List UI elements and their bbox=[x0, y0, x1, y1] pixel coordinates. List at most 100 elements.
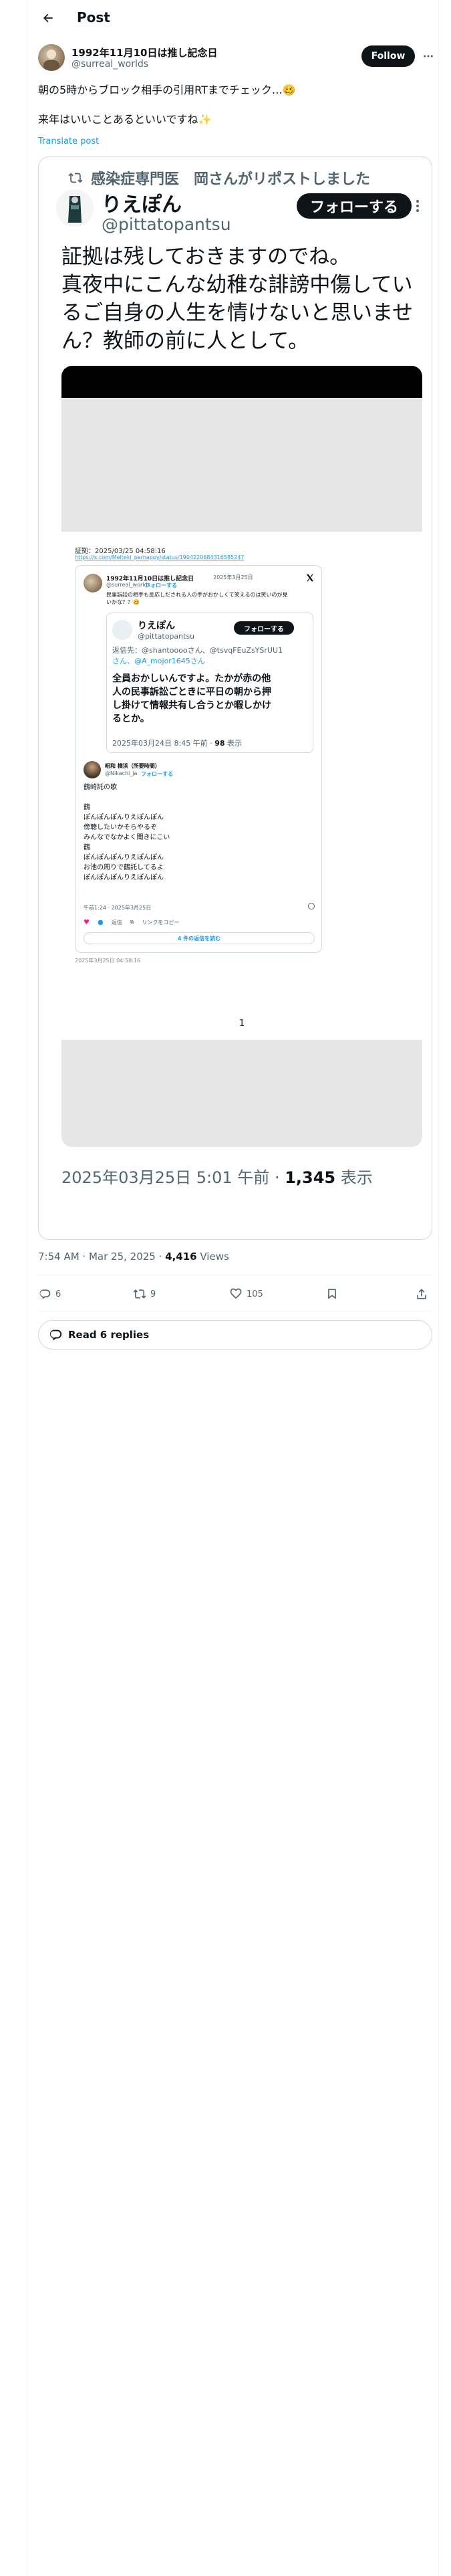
repost-indicator: 感染症専門医 岡さんがリポストしました bbox=[68, 169, 371, 188]
inner-more-icon bbox=[413, 196, 422, 216]
inner-media: 証拠：2025/03/25 04:58:16 https://x.com/Mei… bbox=[61, 366, 422, 1147]
post-text: 朝の5時からブロック相手の引用RTまでチェック…🥴 来年はいいことあるといいです… bbox=[38, 83, 426, 127]
card-quote-name: りえぽん bbox=[138, 621, 175, 631]
inner-text-line: 真夜中にこんな幼稚な誹謗中傷してい bbox=[61, 273, 413, 297]
evidence-label: 証拠：2025/03/25 04:58:16 bbox=[75, 548, 166, 555]
inner-author-name: りえぽん bbox=[102, 193, 182, 217]
card-quote-body: 全員おかしいんですよ。たかが赤の他 人の民事訴訟ごときに平日の朝から押 し掛けて… bbox=[112, 672, 313, 726]
inner-avatar bbox=[56, 189, 94, 227]
post-author: 1992年11月10日は推し記念日 @surreal_worlds Follow bbox=[38, 44, 433, 74]
column-border-right bbox=[438, 0, 439, 2576]
card-reply-line: 鶴 bbox=[84, 844, 90, 851]
card-reply-line: みんなでなかよく聞きにこい bbox=[84, 834, 170, 841]
card-text: 民事訴訟の相手も反応しだされる人の手がおかしくて笑えるのは笑いのが見 いかな？？… bbox=[106, 591, 313, 606]
back-button[interactable] bbox=[38, 8, 58, 28]
inner-post-text: 証拠は残しておきますのでね。 真夜中にこんな幼稚な誹謗中傷してい るご自身の人生… bbox=[61, 243, 420, 355]
card-quote-reply-line: 返信先：@shantooooさん、@tsvqFEuZsYSrUU1 bbox=[112, 646, 283, 655]
back-arrow-icon bbox=[43, 13, 53, 23]
post-text-line bbox=[38, 98, 426, 112]
bookmark-button[interactable] bbox=[325, 1285, 343, 1303]
post-views-count: 4,416 bbox=[165, 1251, 197, 1263]
author-name[interactable]: 1992年11月10日は推し記念日 bbox=[71, 45, 218, 60]
media-gray-area bbox=[61, 398, 422, 532]
card-quote-views-label: 表示 bbox=[227, 739, 242, 748]
card-follow-link: フォローする bbox=[145, 582, 177, 588]
inner-post-meta: 2025年03月25日 5:01 午前 · 1,345 表示 bbox=[61, 1168, 373, 1187]
inner-text-line: ん？教師の前に人として。 bbox=[61, 329, 309, 353]
inner-text-line: 証拠は残しておきますのでね。 bbox=[61, 245, 351, 269]
card-date: 2025年3月25日 bbox=[213, 574, 253, 580]
card-quote-reply-line: さん、@A_mojor1645さん bbox=[112, 657, 205, 665]
card-reply-line: ぽんぽんぽんりえぽんぽん bbox=[84, 854, 164, 861]
media-black-bar bbox=[61, 366, 422, 398]
card-quote-body-line: るとか。 bbox=[112, 714, 150, 724]
card-quote-reply-to: 返信先：@shantooooさん、@tsvqFEuZsYSrUU1 さん、@A_… bbox=[112, 645, 283, 667]
card-reply-more: 4 件の返信を読む bbox=[84, 932, 315, 944]
reply-button[interactable]: 6 bbox=[38, 1285, 61, 1303]
inner-text-line: るご自身の人生を情けないと思いませ bbox=[61, 301, 414, 325]
heart-icon bbox=[230, 1288, 242, 1299]
card-reply-name: 昭和 横浜（所要時間） bbox=[105, 763, 160, 769]
reply-icon: ● bbox=[97, 918, 104, 926]
card-quote-body-line: し掛けて情報共有し合うとか暇しかけ bbox=[112, 700, 271, 711]
card-reply-handle: @Nikachi_ja bbox=[105, 770, 138, 776]
card-reply-line: お池の周りで鶴託してるよ bbox=[84, 864, 164, 871]
like-count: 105 bbox=[247, 1289, 263, 1299]
translate-post-link[interactable]: Translate post bbox=[38, 136, 99, 146]
post-meta: 7:54 AM · Mar 25, 2025 · 4,416 Views bbox=[38, 1251, 229, 1263]
card-reply-follow: フォローする bbox=[141, 771, 173, 777]
x-logo-icon bbox=[305, 572, 315, 585]
card-reply-reply-label: 返信 bbox=[111, 919, 122, 926]
like-button[interactable]: 105 bbox=[229, 1285, 263, 1303]
card-reply-line: ぽんぽんぽんりえぽんぽん bbox=[84, 874, 164, 881]
card-quote-body-line: 人の民事訴訟ごときに平日の朝から押 bbox=[112, 687, 271, 697]
card-quote-views-num: 98 bbox=[214, 739, 225, 748]
screenshot-content: 感染症専門医 岡さんがリポストしました りえぽん @pittatopantsu … bbox=[48, 157, 422, 1239]
attached-image[interactable]: 感染症専門医 岡さんがリポストしました りえぽん @pittatopantsu … bbox=[38, 156, 432, 1240]
heart-icon: ♥ bbox=[84, 918, 90, 926]
card-reply-line: ぽんぽんぽんりえぽんぽん bbox=[84, 814, 164, 821]
card-quoted-post: りえぽん @pittatopantsu フォローする 返信先：@shantooo… bbox=[106, 613, 313, 753]
card-reply-line: 鶴崎託の歌 bbox=[84, 784, 117, 791]
share-icon bbox=[417, 1289, 426, 1299]
read-replies-button[interactable]: Read 6 replies bbox=[38, 1320, 432, 1350]
inner-post-views-num: 1,345 bbox=[285, 1168, 336, 1187]
author-handle[interactable]: @surreal_worlds bbox=[71, 59, 148, 70]
inner-follow-button: フォローする bbox=[297, 193, 412, 219]
repost-icon bbox=[133, 1289, 146, 1299]
inner-author-handle: @pittatopantsu bbox=[102, 215, 231, 234]
repost-button[interactable]: 9 bbox=[133, 1285, 156, 1303]
post-text-line: 来年はいいことあるといいですね✨ bbox=[38, 113, 212, 126]
card-reply-avatar bbox=[84, 761, 101, 778]
card-reply-line: 鶴 bbox=[84, 804, 90, 811]
bookmark-icon bbox=[328, 1289, 336, 1299]
read-replies-label: Read 6 replies bbox=[68, 1329, 150, 1341]
more-options-button[interactable] bbox=[419, 47, 438, 66]
repost-text: 感染症専門医 岡さんがリポストしました bbox=[91, 171, 371, 188]
card-quote-meta: 2025年03月24日 8:45 午前 · 98 表示 bbox=[112, 739, 242, 748]
repost-count: 9 bbox=[150, 1289, 156, 1299]
follow-button[interactable]: Follow bbox=[361, 45, 415, 67]
post-views-label: Views bbox=[200, 1251, 229, 1263]
card-text-line: 民事訴訟の相手も反応しだされる人の手がおかしくて笑えるのは笑いのが見 bbox=[106, 592, 288, 598]
card-quote-body-line: 全員おかしいんですよ。たかが赤の他 bbox=[112, 673, 271, 684]
post-actions: 6 9 105 bbox=[38, 1285, 432, 1303]
avatar-image bbox=[43, 49, 59, 71]
captured-post-card: 1992年11月10日は推し記念日 2025年3月25日 @surreal_wo… bbox=[75, 565, 322, 953]
media-document: 証拠：2025/03/25 04:58:16 https://x.com/Mei… bbox=[61, 532, 422, 1040]
card-text-line: いかな？？🥴 bbox=[106, 599, 140, 605]
evidence-link: https://x.com/Meiteki_perhappy/status/19… bbox=[75, 554, 245, 560]
top-bar: Post bbox=[27, 0, 438, 35]
card-reply-line bbox=[84, 792, 311, 802]
replies-icon bbox=[49, 1329, 62, 1341]
share-button[interactable] bbox=[415, 1285, 432, 1303]
card-reply-line: 傍聴したいかそらやるぞ bbox=[84, 824, 157, 831]
avatar[interactable] bbox=[38, 44, 65, 71]
post-time[interactable]: 7:54 AM · Mar 25, 2025 bbox=[38, 1251, 156, 1263]
reply-icon bbox=[39, 1289, 51, 1299]
inner-post-time: 2025年03月25日 5:01 午前 bbox=[61, 1168, 270, 1187]
card-author-handle: @surreal_worlds bbox=[106, 582, 150, 588]
media-gray-area-bottom bbox=[61, 1040, 422, 1147]
link-icon: ⧉ bbox=[130, 919, 134, 925]
page-number: 1 bbox=[239, 1018, 245, 1029]
